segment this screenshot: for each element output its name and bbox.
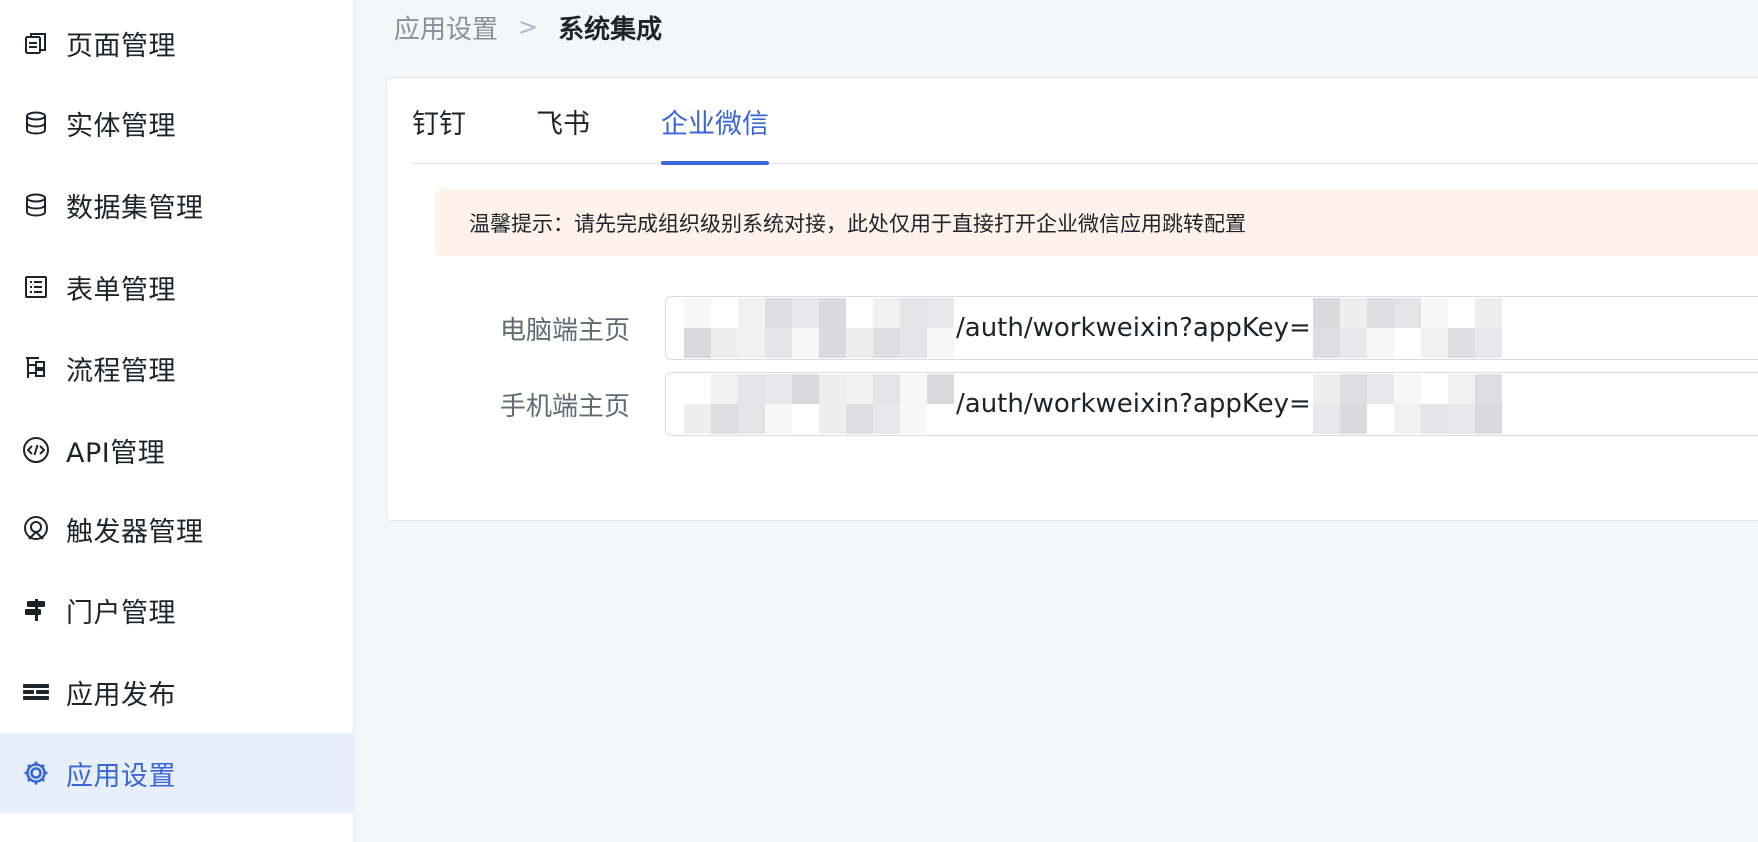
sidebar-item-label: 应用设置 — [66, 760, 176, 792]
integration-card: 钉钉 飞书 企业微信 温馨提示：请先完成组织级别系统对接，此处仅用于直接打开企业… — [386, 77, 1758, 521]
database-icon — [22, 109, 50, 137]
breadcrumb-parent[interactable]: 应用设置 — [394, 9, 498, 46]
signpost-icon — [22, 596, 50, 624]
sidebar: 页面管理 实体管理 数据集管理 表单管理 流程管理 API管理 触发器管理 门户… — [0, 0, 354, 842]
sidebar-item-label: 触发器管理 — [66, 516, 204, 548]
breadcrumb-current: 系统集成 — [558, 14, 663, 45]
redacted-host — [684, 298, 954, 358]
pc-home-label: 电脑端主页 — [499, 316, 630, 346]
redacted-app-key — [1312, 374, 1502, 434]
sidebar-item-pages[interactable]: 页面管理 — [0, 3, 354, 83]
sidebar-item-label: 数据集管理 — [66, 192, 204, 224]
sidebar-item-api[interactable]: API管理 — [0, 410, 354, 490]
tab-dingtalk[interactable]: 钉钉 — [412, 102, 466, 164]
sidebar-item-label: 实体管理 — [66, 110, 176, 142]
dataset-icon — [22, 191, 50, 219]
gear-icon — [22, 759, 50, 787]
form-list-icon — [22, 273, 50, 301]
trigger-icon — [22, 515, 50, 543]
mobile-home-label: 手机端主页 — [499, 392, 630, 422]
sidebar-item-label: 表单管理 — [66, 274, 176, 306]
sidebar-item-app-settings[interactable]: 应用设置 — [0, 733, 354, 813]
sidebar-item-flows[interactable]: 流程管理 — [0, 328, 354, 408]
publish-icon — [22, 678, 50, 706]
breadcrumb-separator: > — [518, 13, 539, 41]
sidebar-item-portals[interactable]: 门户管理 — [0, 570, 354, 650]
sidebar-item-entities[interactable]: 实体管理 — [0, 83, 354, 163]
tab-bar: 钉钉 飞书 企业微信 — [412, 78, 1758, 165]
pc-home-url-field[interactable]: /auth/workweixin?appKey= — [665, 296, 1758, 360]
main-content: 应用设置 > 系统集成 钉钉 飞书 企业微信 温馨提示：请先完成组织级别系统对接… — [354, 0, 1758, 842]
tab-wecom[interactable]: 企业微信 — [661, 102, 769, 165]
sidebar-item-datasets[interactable]: 数据集管理 — [0, 165, 354, 245]
pages-icon — [22, 29, 50, 57]
flow-icon — [22, 354, 50, 382]
sidebar-item-forms[interactable]: 表单管理 — [0, 247, 354, 327]
form-row-pc-home: 电脑端主页 /auth/workweixin?appKey= — [387, 296, 1758, 360]
sidebar-item-publish[interactable]: 应用发布 — [0, 652, 354, 732]
mobile-home-url-path: /auth/workweixin?appKey= — [956, 389, 1311, 419]
sidebar-item-triggers[interactable]: 触发器管理 — [0, 489, 354, 569]
pc-home-url-path: /auth/workweixin?appKey= — [956, 313, 1311, 343]
sidebar-item-label: 页面管理 — [66, 30, 176, 62]
sidebar-item-label: 流程管理 — [66, 355, 176, 387]
breadcrumb: 应用设置 > 系统集成 — [394, 8, 662, 46]
redacted-host — [684, 374, 954, 434]
sidebar-item-label: 门户管理 — [66, 597, 176, 629]
mobile-home-url-field[interactable]: /auth/workweixin?appKey= — [665, 372, 1758, 436]
redacted-app-key — [1312, 298, 1502, 358]
form-row-mobile-home: 手机端主页 /auth/workweixin?appKey= — [387, 372, 1758, 436]
api-code-icon — [22, 436, 50, 464]
notice-banner: 温馨提示：请先完成组织级别系统对接，此处仅用于直接打开企业微信应用跳转配置 — [435, 189, 1758, 256]
notice-text: 温馨提示：请先完成组织级别系统对接，此处仅用于直接打开企业微信应用跳转配置 — [469, 211, 1246, 236]
sidebar-item-label: API管理 — [66, 437, 166, 469]
app-window: 页面管理 实体管理 数据集管理 表单管理 流程管理 API管理 触发器管理 门户… — [0, 0, 1758, 842]
tab-feishu[interactable]: 飞书 — [536, 102, 590, 164]
sidebar-item-label: 应用发布 — [66, 679, 176, 711]
